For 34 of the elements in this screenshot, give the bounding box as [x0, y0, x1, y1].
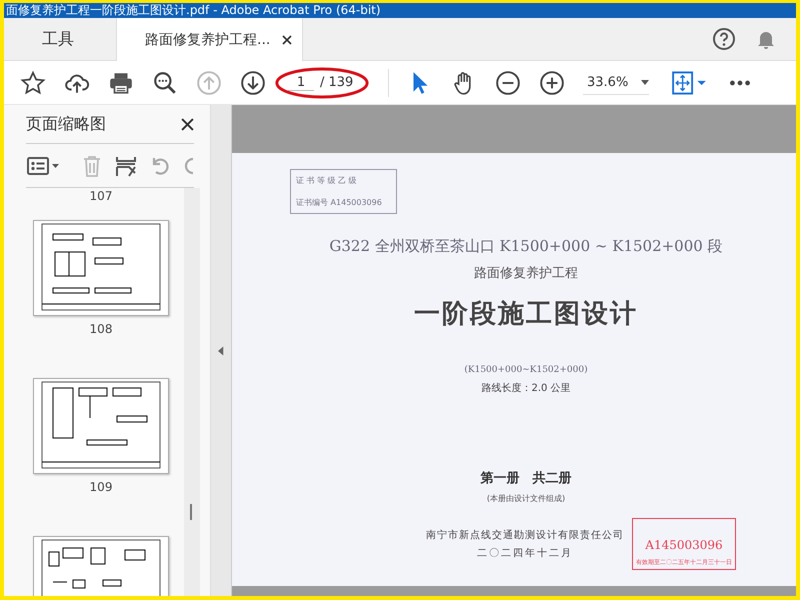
zoom-in-icon[interactable]: [539, 70, 565, 96]
page-number-field[interactable]: 1: [288, 74, 314, 90]
page-thumbnail[interactable]: [33, 378, 169, 474]
collapse-arrow-icon[interactable]: [218, 346, 224, 356]
close-icon[interactable]: [181, 118, 194, 130]
certificate-text: 证 书 等 级 乙 级: [296, 175, 358, 186]
document-date: 二〇二四年十二月: [477, 546, 573, 560]
close-icon[interactable]: [282, 34, 292, 44]
volume-text: 第一册 共二册: [480, 470, 572, 487]
page-label: 108: [90, 322, 112, 336]
certificate-text: 证书编号 A145003096: [296, 196, 383, 208]
panel-title: 页面缩略图: [26, 114, 106, 134]
scrollbar-thumb[interactable]: [190, 504, 192, 520]
window-title: 面修复养护工程一阶段施工图设计.pdf - Adobe Acrobat Pro (64-bit): [5, 3, 381, 19]
document-subtitle: 路面修复养护工程: [474, 265, 578, 282]
document-heading: G322 全州双桥至茶山口 K1500+000 ~ K1502+000 段: [329, 237, 723, 256]
zoom-dropdown[interactable]: 33.6%: [583, 70, 649, 94]
page-label: 107: [90, 189, 112, 203]
stamp-text: A145003096: [645, 538, 723, 552]
document-title: 一阶段施工图设计: [414, 298, 638, 331]
company-name: 南宁市新点线交通勘测设计有限责任公司: [426, 528, 624, 542]
help-icon[interactable]: [712, 27, 736, 51]
zoom-out-icon[interactable]: [495, 70, 521, 96]
search-icon[interactable]: [152, 70, 178, 96]
chainage-range: (K1500+000~K1502+000): [464, 365, 588, 375]
page-thumbnail[interactable]: [33, 220, 169, 316]
route-length: 路线长度：2.0 公里: [481, 382, 571, 395]
page-total: / 139: [320, 75, 354, 90]
page-label: 109: [90, 480, 112, 494]
tab[interactable]: 路面修复养护工程...: [116, 18, 304, 61]
tab[interactable]: 工具: [4, 18, 98, 60]
volume-note: (本册由设计文件组成): [486, 493, 566, 504]
page-thumbnail[interactable]: [33, 536, 169, 596]
star-icon[interactable]: [20, 70, 46, 96]
